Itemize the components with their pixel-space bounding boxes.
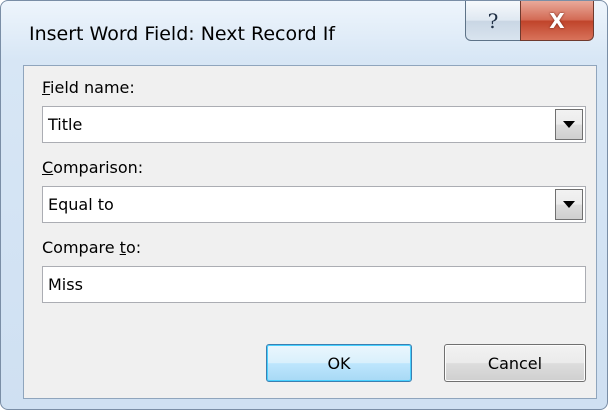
compare-to-input[interactable]: Miss: [42, 266, 586, 303]
compare-to-label: Compare to:: [42, 238, 141, 257]
field-name-label: Field name:: [42, 78, 135, 97]
comparison-label: Comparison:: [42, 158, 143, 177]
field-name-label-text: ield name:: [50, 78, 135, 97]
dialog-window: Insert Word Field: Next Record If ? X Fi…: [0, 0, 608, 410]
compare-to-value: Miss: [48, 275, 83, 294]
field-name-value: Title: [48, 115, 83, 134]
chevron-down-icon: [563, 201, 575, 208]
comparison-dropdown-button[interactable]: [555, 189, 583, 220]
ok-button[interactable]: OK: [266, 344, 412, 382]
comparison-label-accelerator: C: [42, 158, 54, 177]
field-name-dropdown-button[interactable]: [555, 109, 583, 140]
close-button[interactable]: X: [520, 1, 594, 41]
compare-to-label-text: o:: [125, 238, 142, 257]
comparison-label-text: omparison:: [53, 158, 144, 177]
window-title: Insert Word Field: Next Record If: [29, 23, 335, 45]
help-icon: ?: [487, 8, 499, 33]
field-name-label-accelerator: F: [42, 78, 51, 97]
chevron-down-icon: [563, 121, 575, 128]
comparison-value: Equal to: [48, 195, 114, 214]
close-icon: X: [549, 8, 565, 33]
compare-to-label-prefix: Compare: [42, 238, 120, 257]
comparison-dropdown[interactable]: Equal to: [42, 186, 586, 223]
cancel-button[interactable]: Cancel: [444, 344, 586, 382]
field-name-dropdown[interactable]: Title: [42, 106, 586, 143]
dialog-client-area: Field name: Title Comparison: Equal to C…: [23, 65, 597, 399]
help-button[interactable]: ?: [465, 1, 521, 41]
